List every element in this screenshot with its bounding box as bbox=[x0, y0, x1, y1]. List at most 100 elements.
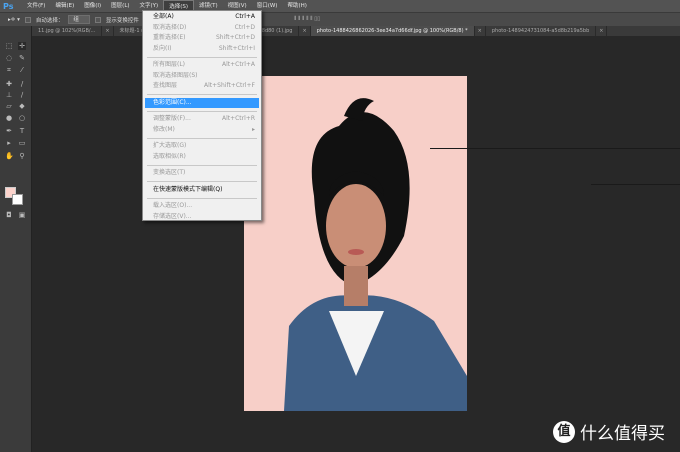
menu-separator bbox=[147, 181, 257, 182]
menu-item-label: 查找图层 bbox=[153, 82, 178, 89]
document-tab[interactable]: 11.jpg @ 102%(RGB/... bbox=[32, 26, 103, 36]
close-tab-icon[interactable]: × bbox=[475, 26, 486, 36]
menu-item[interactable]: 在快速蒙版模式下编辑(Q) bbox=[143, 185, 261, 196]
menu-item-label: 在快速蒙版模式下编辑(Q) bbox=[153, 185, 223, 193]
menu-item[interactable]: 反向(I) Shift+Ctrl+I bbox=[143, 44, 261, 55]
menu-item-label: 重新选择(E) bbox=[153, 34, 186, 41]
menu-bar: Ps 文件(F) 编辑(E) 图像(I) 图层(L) 文字(Y) 选择(S) 滤镜(T) 视图… bbox=[0, 0, 680, 12]
eraser-icon[interactable]: ▱ bbox=[5, 102, 13, 110]
document-tabs: 11.jpg @ 102%(RGB/...×未标题-1 @ 6...×photo… bbox=[32, 26, 680, 36]
menu-item-label: 取消选择图层(S) bbox=[153, 71, 198, 79]
document-tab[interactable]: photo-1489424731084-a5d8b219a5bb bbox=[486, 26, 597, 36]
menu-item[interactable]: 扩大选取(G) bbox=[143, 141, 261, 152]
move-tool-icon[interactable]: ✛ bbox=[18, 42, 26, 50]
menu-item-shortcut: Alt+Shift+Ctrl+F bbox=[204, 82, 255, 89]
hand-tool-icon[interactable]: ✋ bbox=[5, 152, 14, 160]
brush-icon[interactable]: / bbox=[18, 80, 26, 88]
menu-item-label: 存储选区(V)... bbox=[153, 212, 192, 220]
menu-1[interactable]: 编辑(E) bbox=[50, 0, 79, 12]
menu-item-shortcut: Shift+Ctrl+D bbox=[216, 34, 255, 41]
menu-item[interactable]: 查找图层 Alt+Shift+Ctrl+F bbox=[143, 81, 261, 92]
menu-item-label: 扩大选取(G) bbox=[153, 142, 187, 149]
menu-item-label: 调整蒙版(F)... bbox=[153, 115, 191, 122]
menu-item-label: 反向(I) bbox=[153, 44, 172, 52]
menu-item-label: 取消选择(D) bbox=[153, 23, 187, 31]
toolbox: ⬚ ✛ ◌ ✎ ⌗ ⁄ ✚ / ⊥ ∕ ▱ ◆ ● ○ ✒ T ▸ ▭ ✋ ⚲ … bbox=[0, 26, 32, 452]
options-bar: ▸✛ ▾ 自动选择： 组 显示变换控件 ⫴ ⫴ ⫴ ⫴ ⫴ ▯▯ bbox=[0, 12, 680, 26]
menu-item-label: 所有图层(L) bbox=[153, 61, 186, 68]
menu-item-label: 选取相似(R) bbox=[153, 152, 186, 160]
menu-item-shortcut: ▸ bbox=[251, 125, 255, 133]
path-select-icon[interactable]: ▸ bbox=[5, 139, 13, 147]
menu-9[interactable]: 帮助(H) bbox=[282, 0, 311, 12]
pen-icon[interactable]: ✒ bbox=[5, 127, 13, 135]
show-transform-label: 显示变换控件 bbox=[105, 17, 139, 24]
menu-item[interactable]: 色彩范围(C)... bbox=[145, 97, 259, 108]
close-tab-icon[interactable]: × bbox=[299, 26, 311, 36]
menu-item[interactable]: 所有图层(L) Alt+Ctrl+A bbox=[143, 60, 261, 71]
align-icons[interactable]: ⫴ ⫴ ⫴ ⫴ ⫴ ▯▯ bbox=[294, 16, 320, 23]
stamp-icon[interactable]: ⊥ bbox=[5, 91, 13, 99]
menu-item-shortcut: Ctrl+D bbox=[234, 23, 255, 31]
guide-line bbox=[591, 184, 680, 185]
menu-item[interactable]: 全部(A) Ctrl+A bbox=[143, 12, 261, 23]
healing-brush-icon[interactable]: ✚ bbox=[5, 80, 13, 88]
auto-select-checkbox[interactable] bbox=[24, 16, 31, 23]
close-tab-icon[interactable]: × bbox=[596, 26, 608, 36]
menu-separator bbox=[147, 56, 257, 58]
menu-item-label: 色彩范围(C)... bbox=[153, 98, 192, 106]
zoom-tool-icon[interactable]: ⚲ bbox=[18, 152, 26, 160]
menu-item-shortcut: Ctrl+A bbox=[235, 13, 255, 20]
menu-separator bbox=[147, 137, 257, 139]
menu-item-label: 变换选区(T) bbox=[153, 169, 186, 176]
watermark: 值 什么值得买 bbox=[553, 419, 665, 444]
menu-3[interactable]: 图层(L) bbox=[106, 0, 134, 12]
menu-item[interactable]: 修改(M) ▸ bbox=[143, 125, 261, 136]
dodge-icon[interactable]: ○ bbox=[18, 114, 26, 122]
menu-separator bbox=[147, 110, 257, 112]
document-image bbox=[244, 76, 467, 411]
rectangle-tool-icon[interactable]: ▭ bbox=[18, 139, 26, 147]
paint-bucket-icon[interactable]: ◆ bbox=[18, 102, 26, 110]
show-transform-checkbox[interactable] bbox=[94, 16, 101, 23]
menu-item[interactable]: 取消选择图层(S) bbox=[143, 71, 261, 82]
close-tab-icon[interactable]: × bbox=[102, 26, 114, 36]
menu-item[interactable]: 变换选区(T) bbox=[143, 168, 261, 179]
watermark-logo: 值 bbox=[553, 420, 575, 443]
auto-select-label: 自动选择： bbox=[35, 17, 64, 24]
watermark-text: 什么值得买 bbox=[580, 424, 665, 444]
background-color-swatch[interactable] bbox=[12, 194, 23, 205]
marquee-tool-icon[interactable]: ⬚ bbox=[5, 42, 13, 50]
menu-item-label: 修改(M) bbox=[153, 125, 175, 133]
menu-item-label: 载入选区(O)... bbox=[153, 202, 193, 209]
menu-separator bbox=[147, 94, 257, 95]
menu-item[interactable]: 重新选择(E) Shift+Ctrl+D bbox=[143, 33, 261, 44]
eyedropper-icon[interactable]: ⁄ bbox=[18, 66, 26, 74]
quick-mask-icon[interactable]: ◘ bbox=[5, 211, 13, 219]
lasso-tool-icon[interactable]: ◌ bbox=[5, 54, 13, 62]
menu-item[interactable]: 取消选择(D) Ctrl+D bbox=[143, 23, 261, 34]
menu-separator bbox=[147, 164, 257, 166]
select-menu-dropdown: 全部(A) Ctrl+A 取消选择(D) Ctrl+D 重新选择(E) Shift+Ctr… bbox=[142, 10, 262, 221]
menu-item-label: 全部(A) bbox=[153, 13, 174, 20]
blur-icon[interactable]: ● bbox=[5, 114, 13, 122]
move-tool-icon[interactable]: ▸✛ ▾ bbox=[8, 17, 20, 23]
menu-separator bbox=[147, 197, 257, 199]
menu-item[interactable]: 选取相似(R) bbox=[143, 152, 261, 163]
type-tool-icon[interactable]: T bbox=[18, 127, 26, 135]
menu-item[interactable]: 调整蒙版(F)... Alt+Ctrl+R bbox=[143, 114, 261, 125]
quick-select-icon[interactable]: ✎ bbox=[18, 54, 26, 62]
guide-line bbox=[430, 148, 680, 149]
screen-mode-icon[interactable]: ▣ bbox=[18, 211, 26, 219]
menu-item[interactable]: 存储选区(V)... bbox=[143, 212, 261, 223]
history-brush-icon[interactable]: ∕ bbox=[18, 91, 26, 99]
menu-2[interactable]: 图像(I) bbox=[79, 0, 106, 12]
menu-item[interactable]: 载入选区(O)... bbox=[143, 201, 261, 212]
menu-0[interactable]: 文件(F) bbox=[22, 0, 50, 12]
crop-tool-icon[interactable]: ⌗ bbox=[5, 66, 13, 74]
auto-select-dropdown[interactable]: 组 bbox=[68, 15, 90, 24]
menu-item-shortcut: Alt+Ctrl+R bbox=[221, 115, 255, 122]
menu-item-shortcut: Alt+Ctrl+A bbox=[222, 61, 255, 68]
menu-item-shortcut: Shift+Ctrl+I bbox=[218, 44, 255, 52]
document-tab[interactable]: photo-1488426862026-3ee34a7d66df.jpg @ 1… bbox=[310, 26, 475, 36]
